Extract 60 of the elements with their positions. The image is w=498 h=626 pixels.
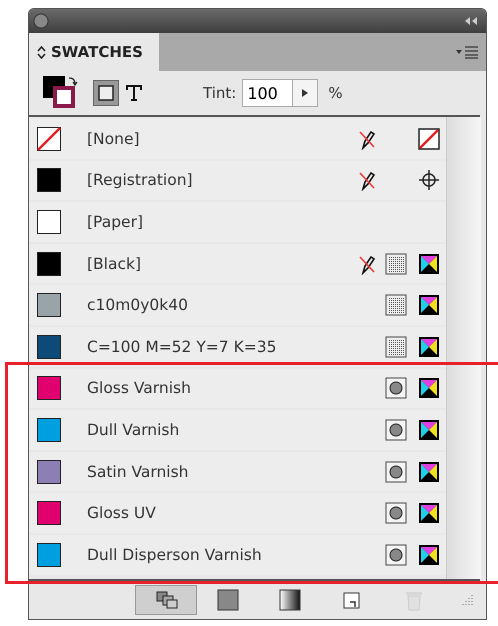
swatch-name: [None]: [86, 130, 141, 148]
spot-color-icon: [385, 502, 407, 524]
show-all-button[interactable]: [135, 585, 197, 615]
close-icon[interactable]: [33, 13, 49, 29]
swatch-name: c10m0y0k40: [86, 296, 189, 314]
cmyk-icon: [418, 544, 440, 566]
solid-square-icon: [216, 588, 240, 612]
fill-stroke-icon[interactable]: [43, 76, 79, 110]
cmyk-icon: [418, 294, 440, 316]
cmyk-icon: [418, 336, 440, 358]
registration-icon: [418, 169, 440, 192]
swatch-name: Gloss UV: [86, 504, 157, 522]
spot-color-icon: [385, 544, 407, 566]
text-icon[interactable]: [125, 84, 143, 102]
container-icon[interactable]: [93, 80, 119, 106]
swatch-row[interactable]: [None]: [29, 119, 446, 159]
swatch-row[interactable]: c10m0y0k40: [29, 285, 446, 325]
cmyk-icon: [418, 502, 440, 524]
swatch-row[interactable]: Satin Varnish: [29, 452, 446, 492]
swatch-row[interactable]: Gloss Varnish: [29, 368, 446, 408]
swatch-name: [Paper]: [86, 212, 144, 231]
process-color-icon: [385, 252, 407, 275]
swatch-row[interactable]: Dull Varnish: [29, 410, 446, 450]
new-page-icon: [342, 590, 362, 610]
cmyk-icon: [418, 252, 440, 275]
swatch-name: Dull Varnish: [86, 420, 180, 439]
swatch-row[interactable]: [Paper]: [29, 202, 446, 242]
process-color-icon: [385, 294, 407, 316]
process-color-icon: [385, 336, 407, 358]
swatch-name: C=100 M=52 Y=7 K=35: [86, 338, 278, 356]
swatch-row[interactable]: [Black]: [29, 244, 446, 284]
collapse-icon[interactable]: [464, 16, 478, 26]
gradient-square-icon: [278, 588, 302, 612]
tint-label: Tint:: [203, 84, 236, 102]
play-arrow-icon: [301, 88, 310, 98]
swatch-row[interactable]: Gloss UV: [29, 493, 446, 533]
spot-color-icon: [385, 418, 407, 441]
cmyk-icon: [418, 460, 440, 483]
percent-label: %: [328, 84, 343, 102]
tint-field[interactable]: 100: [242, 79, 292, 107]
tint-arrow-button[interactable]: [292, 79, 318, 107]
swatch-name: Satin Varnish: [86, 462, 190, 481]
swatches-tab[interactable]: SWATCHES: [29, 33, 159, 71]
swatch-name: [Registration]: [86, 171, 194, 190]
swatch-row[interactable]: [Registration]: [29, 160, 446, 200]
cmyk-icon: [418, 377, 440, 400]
resize-grip-icon[interactable]: [460, 593, 474, 607]
spot-color-icon: [385, 377, 407, 400]
swatch-name: Dull Disperson Varnish: [86, 546, 263, 564]
swatch-name: Gloss Varnish: [86, 379, 192, 398]
swatch-row[interactable]: Dull Disperson Varnish: [29, 534, 446, 575]
trash-icon: [404, 589, 424, 611]
spot-color-icon: [385, 460, 407, 483]
none-swatch-icon: [418, 128, 440, 150]
cmyk-icon: [418, 418, 440, 441]
swatch-name: [Black]: [86, 254, 142, 273]
swatch-row[interactable]: C=100 M=52 Y=7 K=35: [29, 326, 446, 367]
sort-arrows-icon: [37, 46, 46, 58]
scrollbar[interactable]: [446, 117, 481, 579]
menu-icon[interactable]: [456, 45, 478, 59]
